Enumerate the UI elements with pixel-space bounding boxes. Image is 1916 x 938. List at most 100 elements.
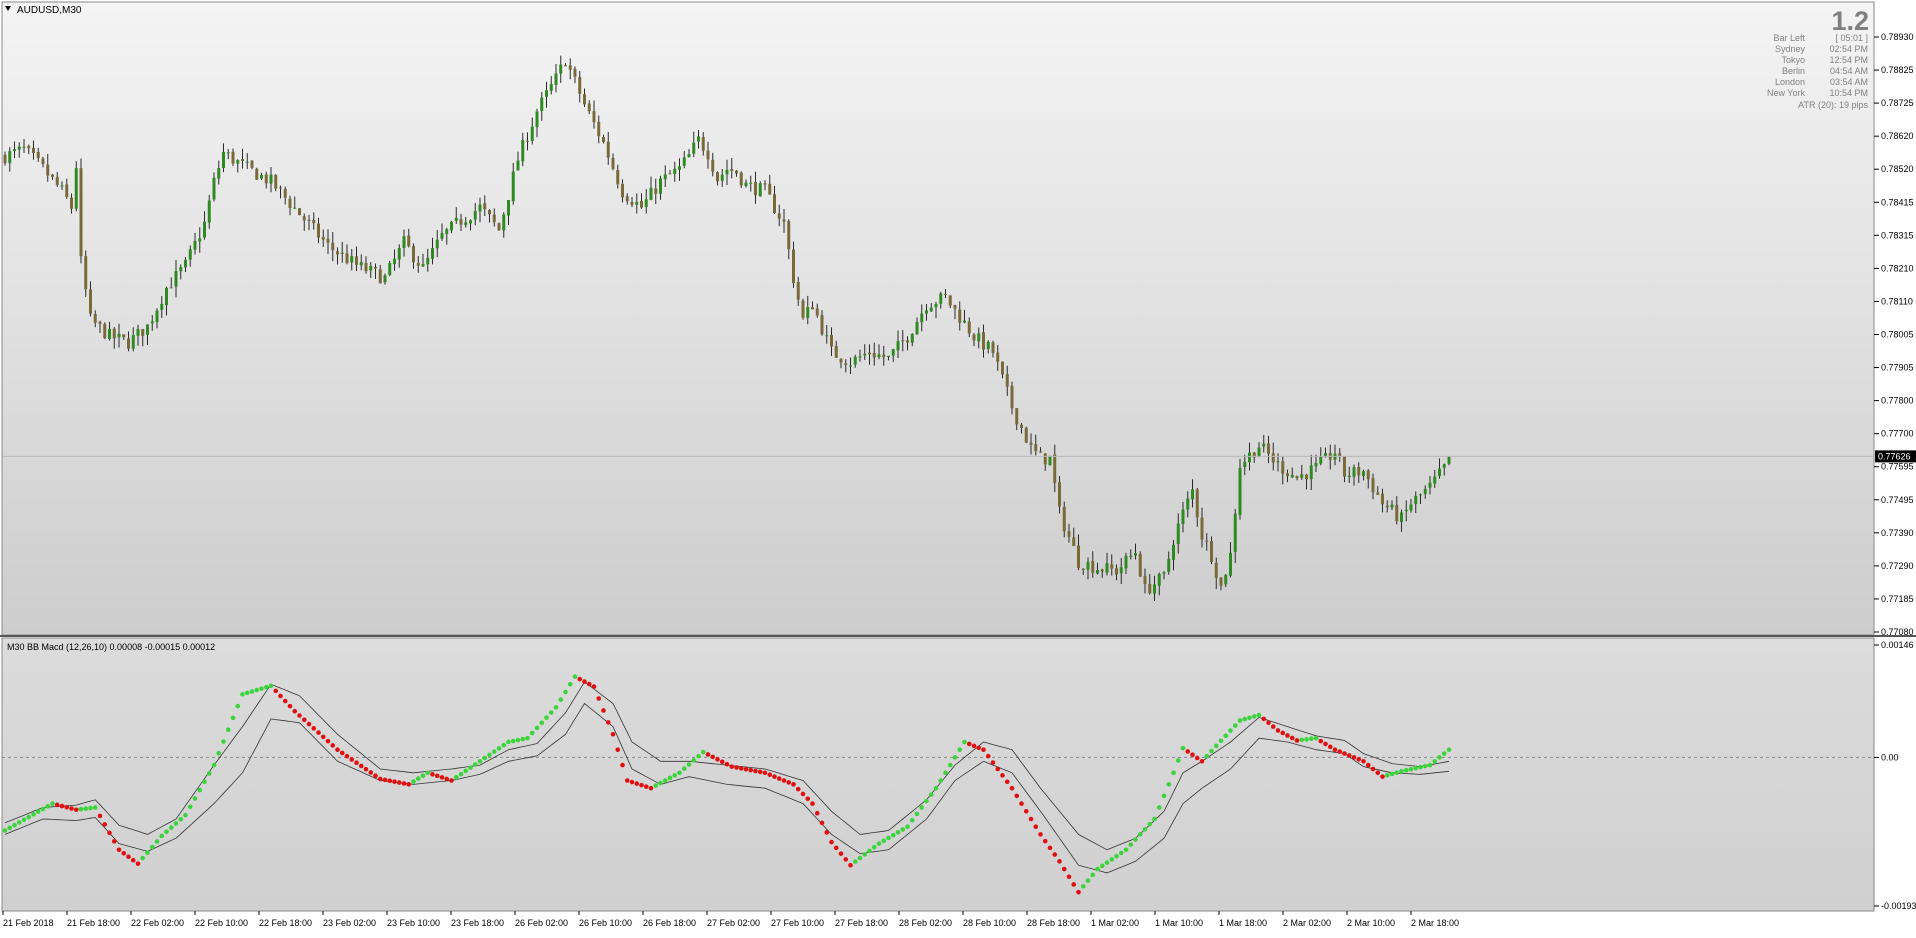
macd-dot <box>50 801 55 806</box>
candle-body <box>1062 506 1066 532</box>
candle-body <box>122 334 126 338</box>
time-tick-label: 1 Mar 02:00 <box>1091 918 1139 928</box>
atr-text: ATR (20): 19 pips <box>1798 100 1868 110</box>
macd-dot <box>1133 837 1138 842</box>
time-tick-label: 26 Feb 02:00 <box>515 918 568 928</box>
candle-body <box>1238 468 1242 515</box>
candle-body <box>825 335 829 337</box>
price-panel[interactable] <box>1 1 1875 636</box>
macd-dot <box>16 820 22 825</box>
macd-dot <box>848 862 853 868</box>
candle-body <box>1233 513 1237 552</box>
macd-dot <box>1304 737 1309 742</box>
candle-body <box>388 262 392 275</box>
macd-dot <box>183 812 188 818</box>
candle-body <box>55 176 59 185</box>
indicator-tick-label: 0.00146 <box>1881 640 1914 650</box>
candle-body <box>473 211 477 220</box>
candle-body <box>188 249 192 260</box>
time-tick-label: 28 Feb 18:00 <box>1027 918 1080 928</box>
candle-body <box>236 160 240 164</box>
macd-dot <box>339 750 345 756</box>
indicator-panel[interactable] <box>1 637 1875 912</box>
macd-dot <box>658 780 663 786</box>
candle-body <box>459 219 463 225</box>
macd-dot <box>548 710 554 715</box>
candle-body <box>298 208 301 216</box>
candle-body <box>359 262 363 266</box>
macd-dot <box>83 806 89 811</box>
macd-dot <box>762 770 768 776</box>
macd-dot <box>990 760 996 765</box>
candle-body <box>887 355 890 358</box>
candle-body <box>340 252 344 254</box>
candle-body <box>996 352 1000 362</box>
macd-dot <box>871 844 877 850</box>
macd-dot <box>1147 821 1153 827</box>
candle-body <box>830 334 833 347</box>
candle-body <box>986 341 990 350</box>
macd-dot <box>187 804 193 810</box>
candle-body <box>1129 555 1133 557</box>
candle-body <box>245 161 249 163</box>
candle-body <box>1338 453 1342 457</box>
candle-body <box>910 334 914 343</box>
candle-body <box>146 324 149 335</box>
macd-dot <box>311 726 317 731</box>
macd-dot <box>639 782 644 788</box>
macd-dot <box>819 820 825 826</box>
macd-dot <box>1427 762 1433 768</box>
candle-body <box>1381 493 1384 505</box>
candle-body <box>1067 531 1071 537</box>
candle-body <box>1124 555 1128 569</box>
macd-dot <box>1142 826 1148 832</box>
candle-body <box>1210 541 1213 563</box>
candle-body <box>1081 568 1085 570</box>
macd-dot <box>1114 853 1119 859</box>
macd-dot <box>107 830 112 836</box>
macd-dot <box>1061 866 1067 872</box>
candle-body <box>212 177 216 200</box>
macd-dot <box>1266 720 1271 726</box>
candle-body <box>858 356 862 358</box>
macd-dot <box>420 773 426 778</box>
candle-body <box>198 238 202 242</box>
macd-dot <box>876 841 882 846</box>
macd-dot <box>1422 763 1428 769</box>
price-tick-label: 0.78725 <box>1881 98 1914 108</box>
macd-dot <box>643 784 649 789</box>
macd-dot <box>1057 859 1062 864</box>
candle-body <box>977 333 981 342</box>
macd-dot <box>244 690 250 696</box>
candle-body <box>440 233 444 239</box>
candle-body <box>1029 442 1033 445</box>
candle-body <box>682 157 686 166</box>
macd-dot <box>677 770 682 776</box>
info-label: New York <box>1767 88 1806 98</box>
macd-dot <box>168 825 174 830</box>
candle-body <box>1181 509 1185 524</box>
candle-body <box>492 214 496 223</box>
macd-dot <box>259 686 264 691</box>
candle-body <box>345 253 349 264</box>
macd-dot <box>382 777 388 783</box>
candle-body <box>559 64 563 74</box>
macd-dot <box>1076 889 1081 895</box>
macd-dot <box>1418 764 1423 770</box>
candle-body <box>364 262 368 272</box>
macd-dot <box>1337 749 1343 754</box>
candle-body <box>1134 553 1137 556</box>
macd-dot <box>672 773 678 778</box>
macd-dot <box>1118 850 1124 856</box>
macd-dot <box>971 743 977 749</box>
macd-dot <box>496 746 502 751</box>
macd-dot <box>1289 735 1295 741</box>
candle-body <box>573 68 577 77</box>
candle-body <box>720 174 724 181</box>
info-value: [ 05:01 ] <box>1835 33 1868 43</box>
candle-body <box>1077 545 1080 568</box>
macd-dot <box>411 779 416 784</box>
macd-dot <box>282 698 288 704</box>
candle-body <box>782 219 786 222</box>
macd-dot <box>506 739 511 745</box>
